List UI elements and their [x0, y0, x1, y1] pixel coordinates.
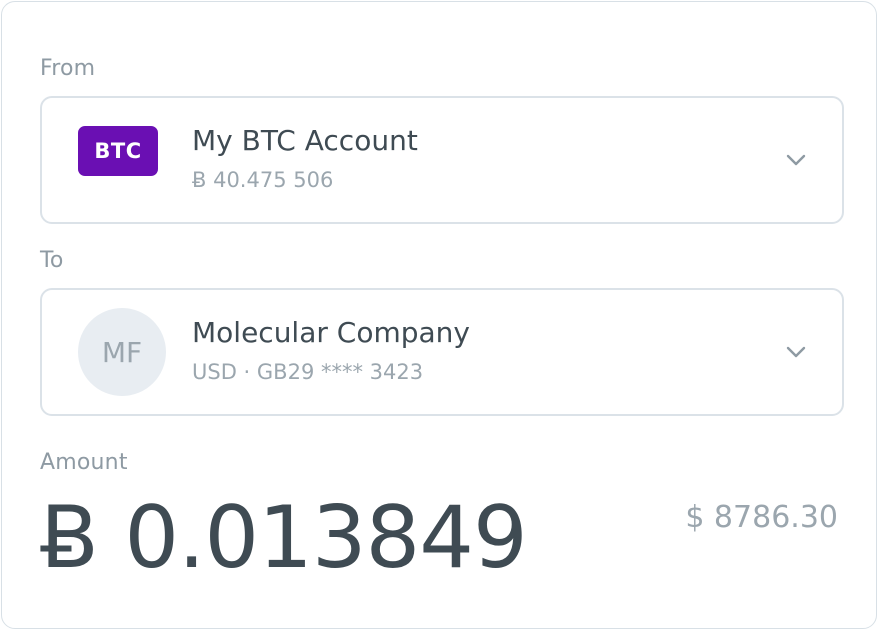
- fiat-equivalent: $ 8786.30: [685, 500, 838, 535]
- recipient-details: USD · GB29 **** 3423: [192, 360, 424, 384]
- recipient-name: Molecular Company: [192, 316, 470, 349]
- to-label: To: [40, 248, 64, 273]
- amount-input[interactable]: Ƀ 0.013849: [40, 488, 528, 588]
- from-account-name: My BTC Account: [192, 124, 418, 157]
- from-account-balance: Ƀ 40.475 506: [192, 168, 334, 192]
- from-label: From: [40, 56, 96, 81]
- btc-badge: BTC: [78, 126, 158, 176]
- from-account-selector[interactable]: BTC My BTC Account Ƀ 40.475 506: [40, 96, 844, 224]
- chevron-down-icon[interactable]: [786, 346, 806, 358]
- amount-label: Amount: [40, 450, 128, 475]
- transfer-card: From BTC My BTC Account Ƀ 40.475 506 To …: [1, 1, 877, 629]
- recipient-avatar: MF: [78, 308, 166, 396]
- to-account-selector[interactable]: MF Molecular Company USD · GB29 **** 342…: [40, 288, 844, 416]
- chevron-down-icon[interactable]: [786, 154, 806, 166]
